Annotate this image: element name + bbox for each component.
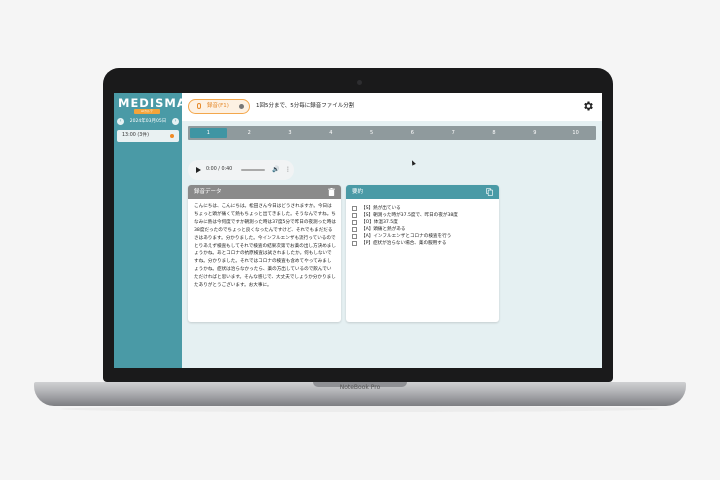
checkbox[interactable] [352,213,357,218]
current-date: 2024年03月05日 [129,119,167,124]
app-screen: MEDISMA AIカルテ ‹ 2024年03月05日 › 13:00 (3件)… [114,93,602,368]
summary-item: 【P】症状が治らない場合、薬の服用する [352,240,494,247]
record-indicator [239,104,244,109]
page-tab-10[interactable]: 10 [557,128,594,138]
sidebar: MEDISMA AIカルテ ‹ 2024年03月05日 › 13:00 (3件) [114,93,187,368]
record-label: 録音(F1) [207,103,229,109]
checkbox[interactable] [352,206,357,211]
next-date-icon[interactable]: › [172,118,179,125]
prev-date-icon[interactable]: ‹ [117,118,124,125]
laptop-shadow [60,406,660,412]
page-tab-8[interactable]: 8 [476,128,513,138]
trash-icon[interactable] [328,188,335,196]
microphone-icon [197,103,201,109]
summary-card-header: 要約 [346,185,499,199]
transcript-text: こんにちは、こんにちは。松田さん今日はどうされますか。今日はちょっと頭が痛くて熱… [194,204,336,289]
page-tab-7[interactable]: 7 [435,128,472,138]
more-options-icon[interactable]: ⋮ [285,160,291,180]
summary-item-text: 【S】朝測った時が37.5度で、昨日の夜が38度 [361,213,458,218]
page-tab-5[interactable]: 5 [353,128,390,138]
summary-item-text: 【S】熱が出ている [361,206,401,211]
recording-card: 録音データ こんにちは、こんにちは。松田さん今日はどうされますか。今日はちょっと… [188,185,341,322]
camera-dot [357,80,362,85]
laptop-label: NoteBook Pro [339,384,381,391]
page-tab-4[interactable]: 4 [312,128,349,138]
gear-icon[interactable] [582,100,594,112]
record-info-text: 1回5分まで、5分毎に録音ファイル分割 [256,103,355,109]
main-panel: 録音(F1) 1回5分まで、5分毎に録音ファイル分割 1 2 3 4 5 6 7 8 9 10 0… [182,93,602,368]
page-tab-3[interactable]: 3 [272,128,309,138]
checkbox[interactable] [352,234,357,239]
summary-item: 【A】頭痛と熱がある [352,226,494,233]
summary-card: 要約 【S】熱が出ている【S】朝測った時が37.5度で、昨日の夜が38度 【O】体… [346,185,499,322]
status-dot [170,134,174,138]
app-logo: MEDISMA [118,96,187,110]
checkbox[interactable] [352,241,357,246]
summary-item-text: 【O】体温37.5度 [361,220,398,225]
recording-card-title: 録音データ [194,189,222,195]
page-tab-1[interactable]: 1 [190,128,227,138]
checkbox[interactable] [352,227,357,232]
summary-item-text: 【P】症状が治らない場合、薬の服用する [361,241,447,246]
summary-item: 【S】朝測った時が37.5度で、昨日の夜が38度 [352,212,494,219]
summary-item: 【O】体温37.5度 [352,219,494,226]
summary-card-title: 要約 [352,189,364,195]
progress-bar[interactable] [241,169,265,171]
checkbox[interactable] [352,220,357,225]
page-tab-6[interactable]: 6 [394,128,431,138]
session-time: 13:00 (3件) [122,133,149,138]
mouse-cursor [410,159,416,166]
audio-player: 0:00 / 0:40 🔊 ⋮ [188,160,294,180]
logo-badge: AIカルテ [134,109,160,114]
recording-card-header: 録音データ [188,185,341,199]
summary-item-text: 【A】インフルエンザとコロナの検査を行う [361,234,452,239]
page-tab-2[interactable]: 2 [231,128,268,138]
session-item[interactable]: 13:00 (3件) [117,130,179,142]
summary-list: 【S】熱が出ている【S】朝測った時が37.5度で、昨日の夜が38度 【O】体温37… [352,205,494,247]
page-tabs: 1 2 3 4 5 6 7 8 9 10 [188,126,596,140]
page-tab-9[interactable]: 9 [516,128,553,138]
summary-item: 【S】熱が出ている [352,205,494,212]
copy-icon[interactable] [486,188,493,196]
date-navigator: ‹ 2024年03月05日 › [117,117,179,127]
summary-item: 【A】インフルエンザとコロナの検査を行う [352,233,494,240]
play-icon[interactable] [196,167,201,173]
top-bar: 録音(F1) 1回5分まで、5分毎に録音ファイル分割 [182,93,602,121]
volume-icon[interactable]: 🔊 [272,160,279,180]
summary-item-text: 【A】頭痛と熱がある [361,227,406,232]
playback-time: 0:00 / 0:40 [206,167,233,172]
record-button[interactable]: 録音(F1) [188,99,250,114]
